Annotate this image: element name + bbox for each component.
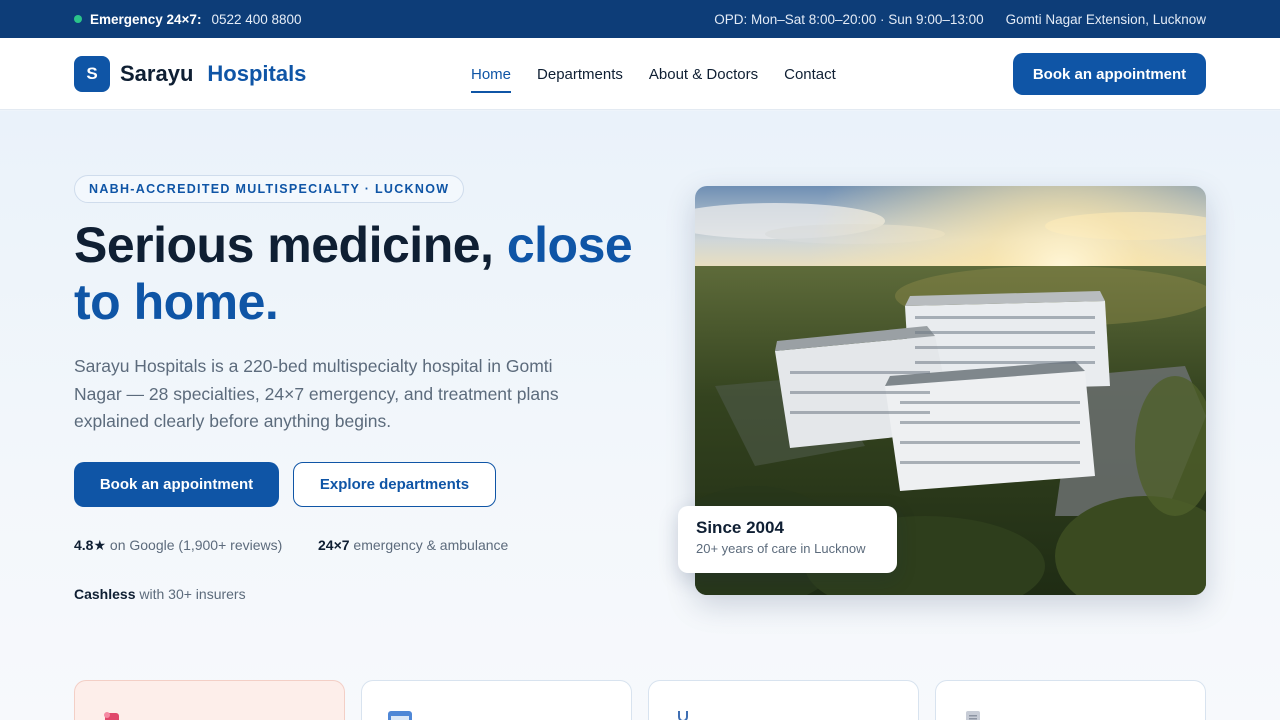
rating-value: 4.8★ xyxy=(74,537,107,553)
hero-book-appointment-button[interactable]: Book an appointment xyxy=(74,462,279,507)
insurance-stat: Cashless with 30+ insurers xyxy=(74,586,246,602)
document-icon xyxy=(966,711,980,720)
since-subtitle: 20+ years of care in Lucknow xyxy=(696,541,866,556)
brand-name-primary: Sarayu xyxy=(120,61,194,86)
headline-main: Serious medicine, xyxy=(74,217,507,273)
rating-text: on Google (1,900+ reviews) xyxy=(106,537,283,553)
emergency-info: Emergency 24×7: 0522 400 8800 xyxy=(74,0,302,38)
logo-mark-icon: S xyxy=(74,56,110,92)
feature-card-doctors[interactable] xyxy=(648,680,919,720)
calendar-icon xyxy=(388,711,412,720)
insurance-text: with 30+ insurers xyxy=(135,586,246,602)
since-card: Since 2004 20+ years of care in Lucknow xyxy=(678,506,897,573)
location-text: Gomti Nagar Extension, Lucknow xyxy=(1005,11,1206,27)
since-title: Since 2004 xyxy=(696,518,784,537)
accreditation-badge: NABH-ACCREDITED MULTISPECIALTY · LUCKNOW xyxy=(74,175,465,203)
nav-item-home[interactable]: Home xyxy=(471,62,512,93)
topbar-right: OPD: Mon–Sat 8:00–20:00 · Sun 9:00–13:00… xyxy=(714,0,1206,38)
emergency-phone-link[interactable]: 0522 400 8800 xyxy=(211,12,301,27)
rating-stat: 4.8★ on Google (1,900+ reviews) xyxy=(74,537,282,554)
emergency-label: Emergency 24×7: xyxy=(90,11,202,27)
explore-departments-button[interactable]: Explore departments xyxy=(293,462,496,507)
emergency-stat: 24×7 emergency & ambulance xyxy=(318,537,508,553)
heart-pulse-icon xyxy=(104,712,119,720)
emergency-text: emergency & ambulance xyxy=(349,537,509,553)
nav-item-departments[interactable]: Departments xyxy=(537,62,623,87)
brand-logo-link[interactable]: S Sarayu Hospitals xyxy=(74,56,306,92)
brand-name-secondary: Hospitals xyxy=(207,61,307,86)
feature-card-insurance[interactable] xyxy=(935,680,1206,720)
status-dot-icon xyxy=(74,15,82,23)
hero-section: NABH-ACCREDITED MULTISPECIALTY · LUCKNOW… xyxy=(0,111,1280,720)
nav-item-about-doctors[interactable]: About & Doctors xyxy=(649,62,758,87)
hero-headline: Serious medicine, close to home. xyxy=(74,217,654,331)
nav-book-appointment-button[interactable]: Book an appointment xyxy=(1013,53,1206,95)
feature-card-appointments[interactable] xyxy=(361,680,632,720)
feature-card-emergency[interactable] xyxy=(74,680,345,720)
hero-lead-text: Sarayu Hospitals is a 220-bed multispeci… xyxy=(74,356,559,431)
insurance-value: Cashless xyxy=(74,586,136,602)
main-navigation: S Sarayu Hospitals Home Departments Abou… xyxy=(0,38,1280,110)
nav-item-contact[interactable]: Contact xyxy=(784,62,836,87)
emergency-value: 24×7 xyxy=(318,537,350,553)
top-info-bar: Emergency 24×7: 0522 400 8800 OPD: Mon–S… xyxy=(0,0,1280,38)
opd-hours: OPD: Mon–Sat 8:00–20:00 · Sun 9:00–13:00 xyxy=(714,11,984,27)
nav-menu: Home Departments About & Doctors Contact xyxy=(471,38,836,110)
stethoscope-icon xyxy=(678,711,688,720)
